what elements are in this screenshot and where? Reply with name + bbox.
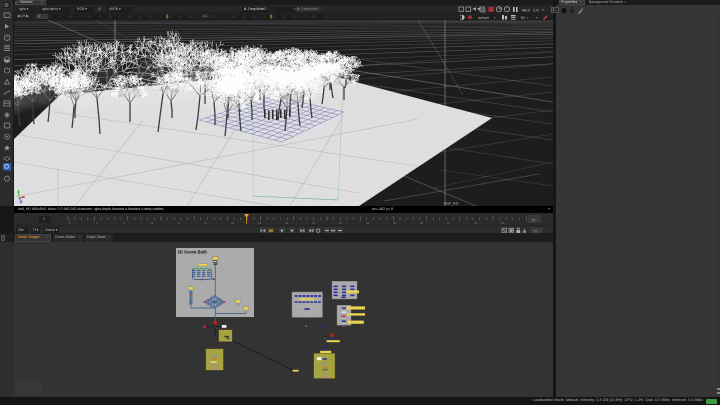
- svg-text:half_HD: half_HD: [444, 201, 459, 206]
- svg-text:3D: 3D: [521, 15, 526, 19]
- svg-text:1.0: 1.0: [533, 7, 539, 12]
- svg-text:70: 70: [531, 217, 536, 222]
- svg-text:▾: ▾: [536, 15, 538, 19]
- svg-text:3D Scene Built: 3D Scene Built: [178, 250, 208, 255]
- svg-text:46.9: 46.9: [522, 7, 531, 12]
- svg-text:default: default: [478, 15, 489, 19]
- svg-text:▾: ▾: [542, 8, 544, 12]
